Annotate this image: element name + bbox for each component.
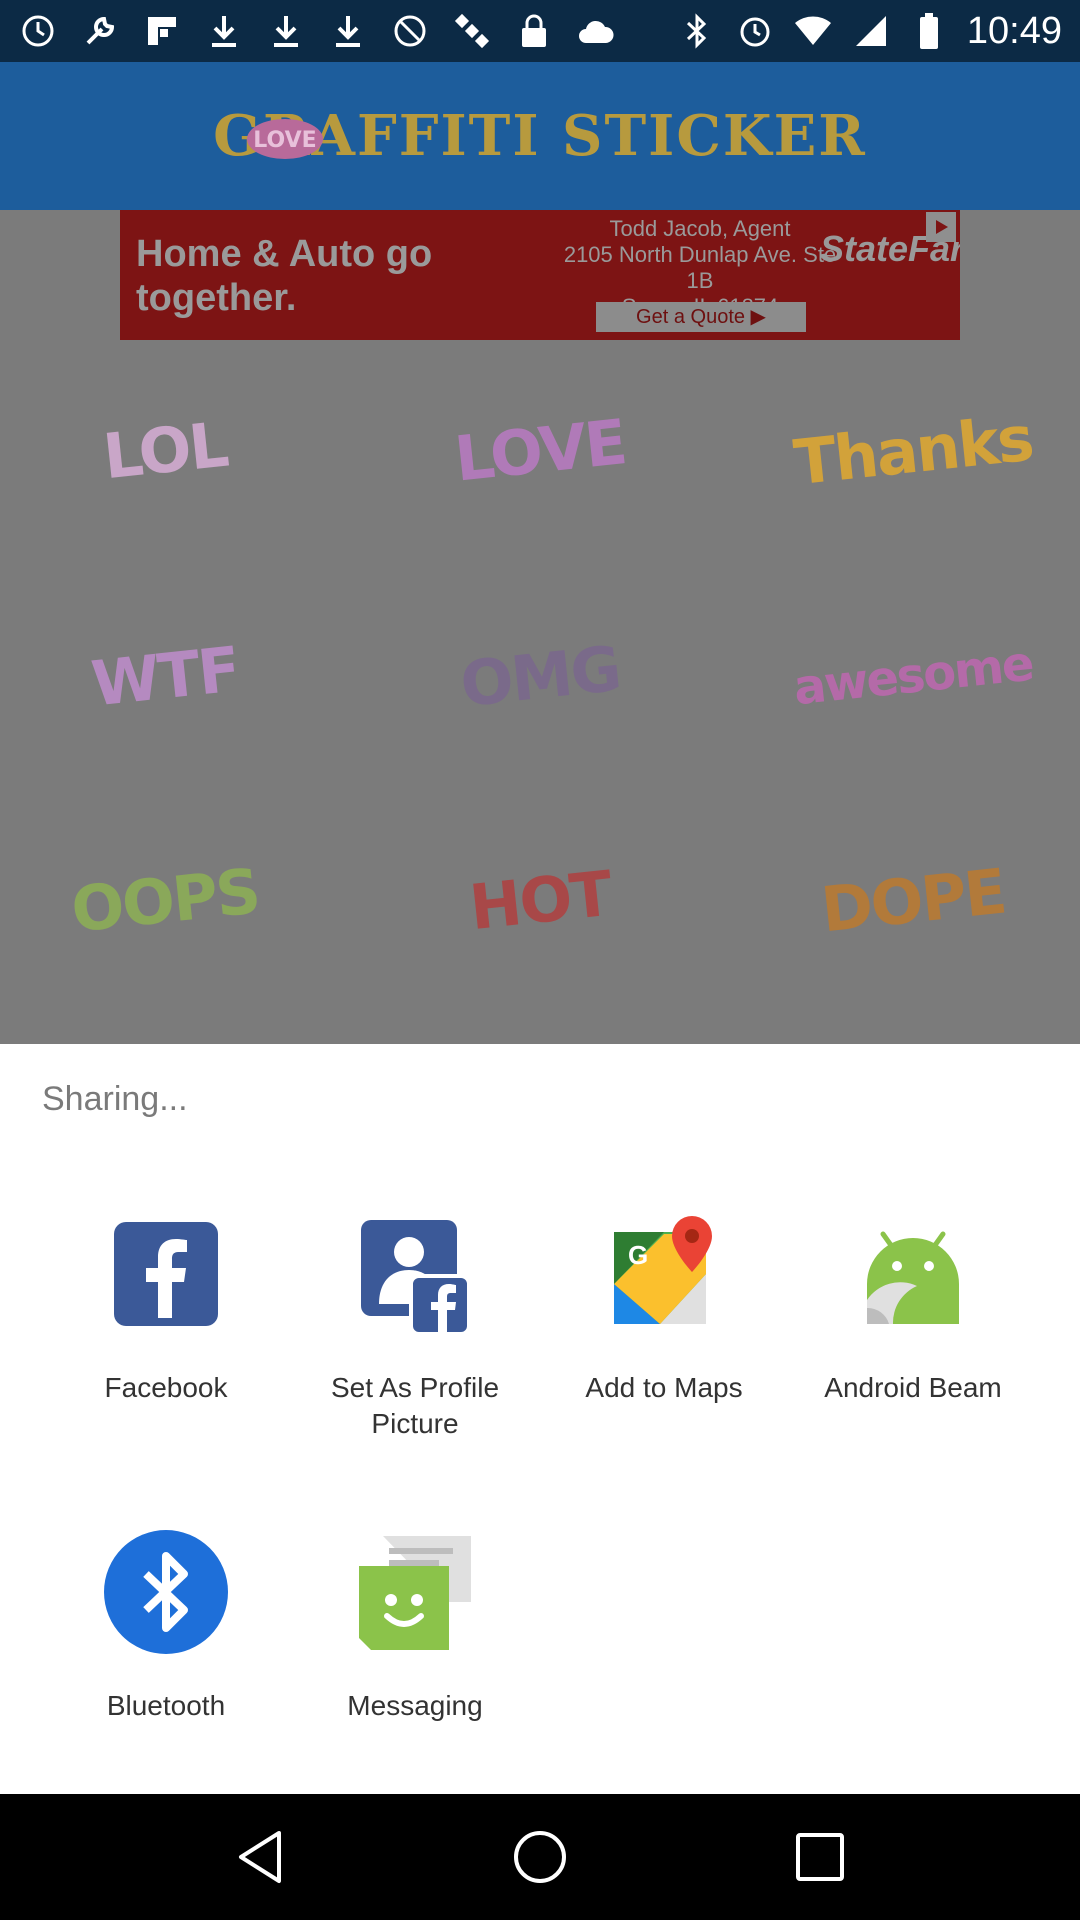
clock: 10:49	[966, 9, 1062, 52]
signal-icon	[851, 11, 891, 51]
sticker-label: LOVE	[451, 404, 629, 496]
app-label: Messaging	[347, 1690, 483, 1721]
satellite-icon	[452, 11, 492, 51]
app-label: Android Beam	[824, 1372, 1002, 1403]
google-maps-icon: G	[600, 1210, 728, 1338]
love-logo: LOVE	[244, 114, 326, 164]
sticker-label: awesome	[791, 635, 1035, 717]
app-header: LOVE GRAFFITI STICKER	[0, 62, 1080, 210]
share-target-set-as-profile-picture[interactable]: Set As Profile Picture	[290, 1210, 540, 1442]
sticker-wtf[interactable]: WTF	[62, 587, 268, 766]
ad-quote-button[interactable]: Get a Quote ▶	[596, 302, 806, 332]
sticker-awesome[interactable]: awesome	[791, 587, 1035, 766]
block-icon	[390, 11, 430, 51]
facebook-profile-icon	[351, 1210, 479, 1338]
status-notification-icons	[18, 11, 616, 51]
svg-text:G: G	[628, 1240, 648, 1270]
download-icon	[204, 11, 244, 51]
app-label: Facebook	[104, 1372, 228, 1403]
bluetooth-icon	[677, 11, 717, 51]
app-label: Bluetooth	[106, 1690, 226, 1721]
sticker-dope[interactable]: DOPE	[810, 811, 1016, 990]
home-icon[interactable]	[500, 1817, 580, 1897]
sticker-label: Thanks	[790, 401, 1036, 499]
share-sheet: Sharing... Facebook Set As Profile Pictu…	[0, 1044, 1080, 1794]
download-icon	[328, 11, 368, 51]
sticker-lol[interactable]: LOL	[62, 361, 268, 540]
sticker-label: DOPE	[817, 854, 1009, 946]
status-bar: 10:49	[0, 0, 1080, 62]
sticker-label: LOL	[99, 407, 231, 493]
sticker-grid: LOL LOVE Thanks WTF OMG awesome OOPS HOT…	[0, 360, 1080, 1044]
flipboard-icon	[142, 11, 182, 51]
sticker-hot[interactable]: HOT	[437, 811, 643, 990]
bluetooth-icon	[102, 1528, 230, 1656]
messaging-icon	[351, 1528, 479, 1656]
ad-headline: Home & Auto go together.	[136, 233, 433, 319]
ad-info-icon[interactable]	[926, 212, 956, 242]
svg-text:LOVE: LOVE	[253, 128, 316, 153]
wrench-icon	[80, 11, 120, 51]
sticker-label: OMG	[456, 631, 624, 721]
battery-icon	[909, 11, 949, 51]
share-target-facebook[interactable]: Facebook	[41, 1210, 291, 1406]
sticker-thanks[interactable]: Thanks	[791, 361, 1036, 540]
sticker-gallery: Home & Auto go together. Todd Jacob, Age…	[0, 210, 1080, 1044]
app-label: Add to Maps	[585, 1372, 743, 1403]
android-icon	[849, 1210, 977, 1338]
sticker-label: HOT	[466, 856, 614, 944]
download-icon	[266, 11, 306, 51]
navigation-bar	[0, 1794, 1080, 1920]
recents-icon[interactable]	[780, 1817, 860, 1897]
lock-icon	[514, 11, 554, 51]
alarm-icon	[735, 11, 775, 51]
sticker-oops[interactable]: OOPS	[62, 811, 268, 990]
ad-banner[interactable]: Home & Auto go together. Todd Jacob, Age…	[120, 210, 960, 340]
share-sheet-title: Sharing...	[42, 1080, 188, 1118]
sticker-label: WTF	[88, 632, 242, 720]
app-label: Set As Profile Picture	[330, 1372, 500, 1439]
share-target-messaging[interactable]: Messaging	[290, 1528, 540, 1724]
wifi-icon	[793, 11, 833, 51]
status-system-icons: 10:49	[677, 10, 1062, 53]
back-icon[interactable]	[220, 1817, 300, 1897]
sticker-label: OOPS	[67, 853, 263, 947]
share-target-add-to-maps[interactable]: G Add to Maps	[539, 1210, 789, 1406]
sync-icon	[18, 11, 58, 51]
cloud-icon	[576, 11, 616, 51]
share-target-android-beam[interactable]: Android Beam	[788, 1210, 1038, 1406]
share-target-bluetooth[interactable]: Bluetooth	[41, 1528, 291, 1724]
sticker-love[interactable]: LOVE	[437, 361, 643, 540]
facebook-icon	[102, 1210, 230, 1338]
sticker-omg[interactable]: OMG	[437, 587, 643, 766]
